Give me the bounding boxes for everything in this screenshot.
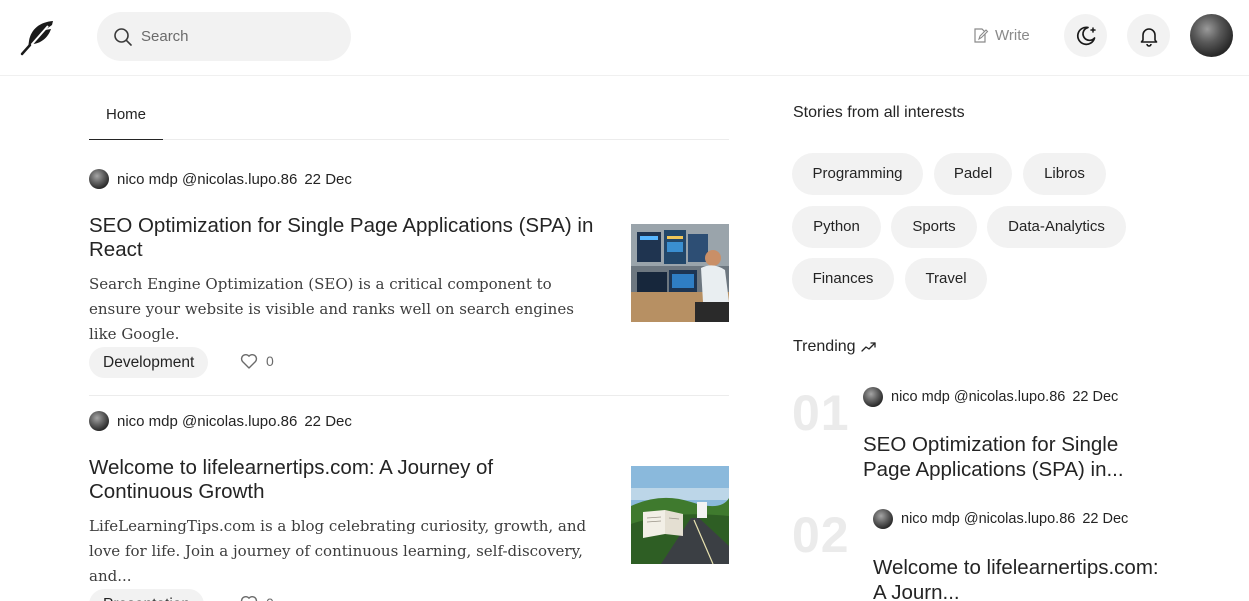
trending-meta: nico mdp @nicolas.lupo.86 22 Dec: [863, 387, 1118, 407]
trending-title-link[interactable]: Welcome to lifelearnertips.com: A Journ.…: [873, 555, 1163, 601]
interests-title: Stories from all interests: [793, 104, 965, 121]
trending-rank: 01: [792, 385, 850, 441]
trending-label: Trending: [793, 338, 856, 355]
write-icon: [974, 27, 989, 43]
interest-pill-sports[interactable]: Sports: [891, 206, 977, 248]
top-header: Write: [0, 0, 1249, 76]
interest-pill-padel[interactable]: Padel: [934, 153, 1012, 195]
interest-pill-travel[interactable]: Travel: [905, 258, 987, 300]
heart-icon: [240, 595, 258, 601]
theme-toggle-button[interactable]: [1064, 14, 1107, 57]
author-name[interactable]: nico mdp @nicolas.lupo.86: [117, 171, 297, 188]
author-name[interactable]: nico mdp @nicolas.lupo.86: [117, 413, 297, 430]
trending-rank: 02: [792, 507, 850, 563]
article-date: 22 Dec: [304, 412, 352, 430]
notifications-button[interactable]: [1127, 14, 1170, 57]
user-avatar[interactable]: [1190, 14, 1233, 57]
trending-date: 22 Dec: [1072, 389, 1119, 405]
author-avatar[interactable]: [873, 509, 893, 529]
trending-date: 22 Dec: [1082, 511, 1129, 527]
author-name[interactable]: nico mdp @nicolas.lupo.86: [891, 389, 1065, 405]
article-divider: [89, 395, 729, 396]
like-count: 0: [266, 595, 274, 601]
interest-pill-programming[interactable]: Programming: [792, 153, 923, 195]
interest-pill-python[interactable]: Python: [792, 206, 881, 248]
search-icon: [114, 27, 132, 46]
search-bar[interactable]: [97, 12, 351, 61]
feather-logo-icon[interactable]: [18, 17, 58, 57]
trending-title-link[interactable]: SEO Optimization for Single Page Applica…: [863, 432, 1163, 482]
write-label: Write: [995, 26, 1030, 44]
moon-icon: [1076, 25, 1096, 45]
trending-arrow-icon: [860, 342, 876, 352]
article-card: nico mdp @nicolas.lupo.86 22 Dec Welcome…: [89, 410, 729, 601]
article-thumbnail[interactable]: [631, 224, 729, 322]
trending-title: Trending: [793, 338, 877, 356]
like-button[interactable]: 0: [240, 595, 274, 601]
article-description[interactable]: Search Engine Optimization (SEO) is a cr…: [89, 272, 589, 347]
trending-meta: nico mdp @nicolas.lupo.86 22 Dec: [873, 509, 1128, 529]
feed-tabs: Home: [89, 98, 729, 140]
author-avatar[interactable]: [89, 411, 109, 431]
bell-icon: [1140, 27, 1157, 47]
article-date: 22 Dec: [304, 170, 352, 188]
author-avatar[interactable]: [863, 387, 883, 407]
interest-pill-libros[interactable]: Libros: [1023, 153, 1106, 195]
article-tag[interactable]: Development: [89, 347, 209, 378]
tab-home[interactable]: Home: [89, 98, 163, 140]
article-meta: nico mdp @nicolas.lupo.86 22 Dec: [89, 410, 352, 432]
author-avatar[interactable]: [89, 169, 109, 189]
article-title[interactable]: Welcome to lifelearnertips.com: A Journe…: [89, 456, 599, 504]
article-title[interactable]: SEO Optimization for Single Page Applica…: [89, 214, 599, 262]
article-thumbnail[interactable]: [631, 466, 729, 564]
article-tag[interactable]: Presentation: [89, 589, 205, 601]
article-description[interactable]: LifeLearningTips.com is a blog celebrati…: [89, 514, 589, 589]
heart-icon: [240, 353, 258, 369]
interest-pill-finances[interactable]: Finances: [792, 258, 894, 300]
article-card: nico mdp @nicolas.lupo.86 22 Dec SEO Opt…: [89, 168, 729, 388]
search-input[interactable]: [141, 28, 331, 45]
like-button[interactable]: 0: [240, 353, 274, 369]
like-count: 0: [266, 353, 274, 369]
interest-pill-data-analytics[interactable]: Data-Analytics: [987, 206, 1126, 248]
write-button[interactable]: Write: [972, 24, 1030, 46]
author-name[interactable]: nico mdp @nicolas.lupo.86: [901, 511, 1075, 527]
article-meta: nico mdp @nicolas.lupo.86 22 Dec: [89, 168, 352, 190]
